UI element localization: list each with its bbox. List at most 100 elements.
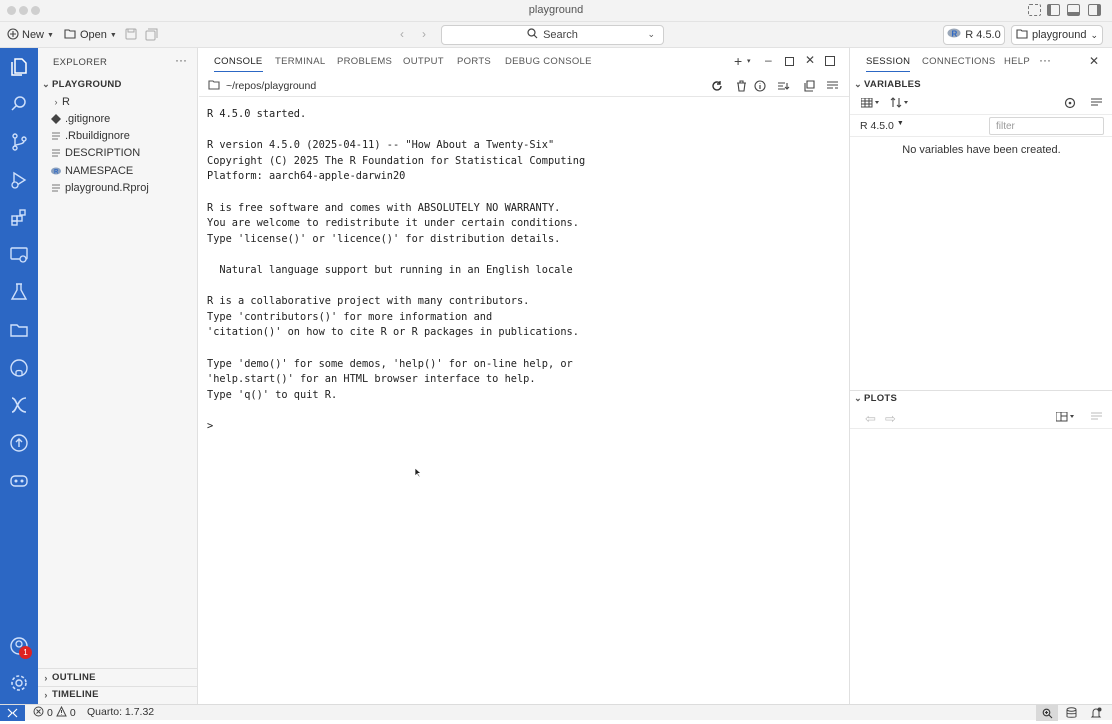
settings-gear-icon[interactable]: [8, 672, 30, 694]
workspace-root[interactable]: ⌄ PLAYGROUND: [38, 76, 198, 93]
tree-item-label: playground.Rproj: [65, 181, 149, 194]
tab-ports[interactable]: PORTS: [457, 56, 491, 67]
chevron-down-icon: ⌄: [42, 79, 50, 89]
plots-section-header[interactable]: ⌄ PLOTS: [850, 389, 1112, 407]
github-icon[interactable]: [8, 357, 30, 379]
customize-layout-icon[interactable]: [1028, 4, 1041, 16]
minimize-panel-icon[interactable]: –: [765, 53, 772, 67]
timeline-section[interactable]: › TIMELINE: [38, 686, 198, 703]
problems-status[interactable]: 0 0: [33, 705, 76, 720]
variables-section-header[interactable]: ⌄ VARIABLES: [850, 75, 1112, 93]
open-button[interactable]: Open ▼: [64, 27, 117, 43]
account-notification-badge: 1: [19, 646, 32, 659]
folder-icon[interactable]: [8, 319, 30, 341]
more-actions-icon[interactable]: ···: [175, 53, 187, 67]
interrupt-icon[interactable]: [777, 80, 790, 95]
back-arrow-icon[interactable]: ‹: [400, 27, 404, 41]
toggle-panel-icon[interactable]: [1067, 4, 1080, 16]
tree-item-label: NAMESPACE: [65, 164, 134, 177]
toggle-secondary-sidebar-icon[interactable]: [1088, 4, 1101, 16]
tab-help[interactable]: HELP: [1004, 56, 1030, 67]
outline-label: OUTLINE: [52, 672, 96, 683]
remote-indicator[interactable]: [0, 705, 25, 721]
tab-console[interactable]: CONSOLE: [214, 56, 263, 72]
tree-item-namespace[interactable]: R NAMESPACE: [38, 162, 198, 179]
tab-output[interactable]: OUTPUT: [403, 56, 444, 67]
clear-plots-icon[interactable]: [1090, 412, 1103, 425]
connections-icon[interactable]: [8, 394, 30, 416]
toggle-sidebar-icon[interactable]: [1047, 4, 1060, 16]
restart-icon[interactable]: [711, 80, 723, 95]
save-all-icon[interactable]: [145, 28, 158, 44]
tree-item-rproj[interactable]: playground.Rproj: [38, 179, 198, 196]
activity-bar: 1: [0, 48, 38, 704]
error-icon: [33, 706, 44, 720]
tab-problems[interactable]: PROBLEMS: [337, 56, 392, 67]
search-icon[interactable]: [8, 93, 30, 115]
quarto-version[interactable]: Quarto: 1.7.32: [87, 706, 154, 718]
copilot-icon[interactable]: [8, 469, 30, 491]
status-bar: 0 0 Quarto: 1.7.32: [0, 704, 1112, 721]
new-console-icon[interactable]: +: [734, 53, 742, 69]
refresh-icon[interactable]: [1064, 97, 1076, 112]
tree-item-gitignore[interactable]: .gitignore: [38, 110, 198, 127]
variables-label: VARIABLES: [864, 78, 921, 90]
panel-tabs: CONSOLE TERMINAL PROBLEMS OUTPUT PORTS D…: [199, 48, 849, 76]
zoom-icon[interactable]: [1036, 705, 1058, 721]
tree-item-r-folder[interactable]: › R: [38, 93, 198, 110]
chevron-down-icon: ⌄: [1090, 29, 1098, 40]
plots-label: PLOTS: [864, 392, 898, 404]
environment-selector[interactable]: R 4.5.0 ▼: [860, 120, 904, 132]
console-panel: CONSOLE TERMINAL PROBLEMS OUTPUT PORTS D…: [199, 48, 849, 704]
r-file-icon: R: [51, 166, 61, 176]
chevron-down-icon[interactable]: ▾: [747, 57, 751, 65]
trash-icon[interactable]: [736, 80, 747, 95]
close-panel-icon[interactable]: ✕: [805, 53, 815, 67]
chevron-down-icon: ▼: [896, 120, 904, 127]
open-button-label: Open: [80, 29, 107, 41]
previous-plot-icon[interactable]: ⇦: [865, 411, 876, 427]
explorer-icon[interactable]: [8, 56, 30, 78]
warning-icon: [56, 705, 67, 720]
word-wrap-icon[interactable]: [826, 80, 839, 94]
open-in-editor-icon[interactable]: [803, 80, 815, 95]
console-output[interactable]: R 4.5.0 started. R version 4.5.0 (2025-0…: [207, 107, 585, 434]
tree-item-rbuildignore[interactable]: .Rbuildignore: [38, 127, 198, 144]
tab-session[interactable]: SESSION: [866, 56, 911, 72]
source-control-icon[interactable]: [8, 131, 30, 153]
divider: [850, 114, 1112, 115]
info-icon[interactable]: [754, 80, 766, 95]
command-search-box[interactable]: Search ⌄: [441, 25, 664, 45]
plot-layout-icon[interactable]: [1055, 411, 1076, 425]
outline-section[interactable]: › OUTLINE: [38, 669, 198, 686]
empty-variables-message: No variables have been created.: [902, 144, 1061, 156]
grid-view-icon[interactable]: [860, 97, 881, 111]
publish-icon[interactable]: [8, 432, 30, 454]
project-selector[interactable]: playground ⌄: [1011, 25, 1103, 45]
clear-icon[interactable]: [1090, 98, 1103, 111]
close-panel-icon[interactable]: ✕: [1089, 54, 1099, 68]
forward-arrow-icon[interactable]: ›: [422, 27, 426, 41]
remote-explorer-icon[interactable]: [8, 244, 30, 266]
tree-item-description[interactable]: DESCRIPTION: [38, 144, 198, 161]
tab-debug-console[interactable]: DEBUG CONSOLE: [505, 56, 592, 67]
mouse-cursor-icon: [414, 467, 422, 481]
save-icon[interactable]: [125, 28, 137, 43]
more-actions-icon[interactable]: ···: [1039, 53, 1051, 67]
maximize-panel-icon[interactable]: [825, 56, 835, 66]
extensions-icon[interactable]: [8, 206, 30, 228]
variables-filter-input[interactable]: [989, 117, 1104, 135]
next-plot-icon[interactable]: ⇨: [885, 411, 896, 427]
restore-panel-icon[interactable]: [785, 57, 794, 66]
sort-icon[interactable]: [890, 97, 910, 111]
testing-icon[interactable]: [8, 281, 30, 303]
tab-connections[interactable]: CONNECTIONS: [922, 56, 996, 67]
run-debug-icon[interactable]: [8, 169, 30, 191]
chevron-down-icon: ⌄: [854, 392, 862, 403]
project-label: playground: [1032, 29, 1087, 41]
interpreter-selector[interactable]: R R 4.5.0: [943, 25, 1005, 45]
tab-terminal[interactable]: TERMINAL: [275, 56, 325, 67]
timeline-label: TIMELINE: [52, 689, 99, 700]
explorer-header: EXPLORER: [53, 57, 108, 68]
new-button[interactable]: New ▼: [7, 27, 54, 43]
